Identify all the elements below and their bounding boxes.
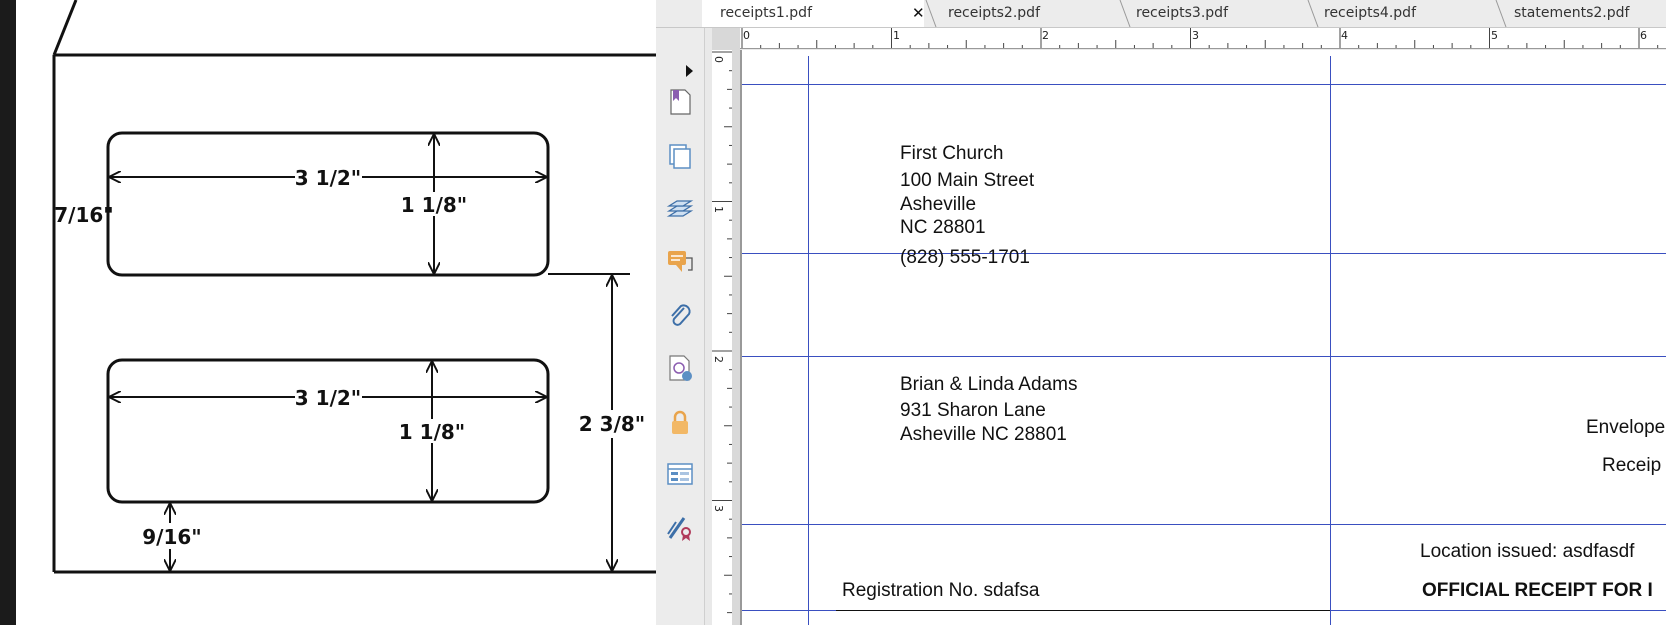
guide-line: [742, 524, 1666, 525]
ruler-number: 1: [893, 29, 900, 42]
registration-underline: [836, 610, 1330, 611]
comments-icon[interactable]: [666, 248, 694, 276]
recipient-city-state-zip[interactable]: Asheville NC 28801: [900, 424, 1067, 446]
expand-panel-icon[interactable]: [686, 65, 693, 77]
guide-line: [742, 356, 1666, 357]
sender-city[interactable]: Asheville: [900, 194, 976, 216]
tab-receipts3[interactable]: receipts3.pdf: [1118, 0, 1298, 27]
horizontal-ruler-labels: 0 1 2 3 4 5 6: [740, 28, 1666, 48]
ruler-number: 3: [1192, 29, 1199, 42]
pdf-editor: receipts1.pdf ✕ receipts2.pdf receipts3.…: [656, 0, 1666, 625]
tab-label: receipts4.pdf: [1324, 5, 1416, 21]
envelope-field-label[interactable]: Envelope: [1586, 417, 1665, 439]
page-edge: [740, 50, 742, 625]
receipt-field-label[interactable]: Receip: [1602, 455, 1661, 477]
registration-number[interactable]: Registration No. sdafsa: [842, 580, 1040, 602]
tab-label: receipts1.pdf: [720, 5, 812, 21]
ruler-number: 4: [1341, 29, 1348, 42]
tab-label: receipts2.pdf: [948, 5, 1040, 21]
tab-receipts1[interactable]: receipts1.pdf: [702, 0, 924, 27]
attachments-icon[interactable]: [666, 302, 694, 330]
certify-icon[interactable]: [666, 514, 694, 542]
guide-line: [742, 84, 1666, 85]
ruler-number: 0: [712, 56, 725, 63]
ruler-number: 5: [1491, 29, 1498, 42]
tab-receipts2[interactable]: receipts2.pdf: [930, 0, 1100, 27]
close-tab-icon[interactable]: ✕: [912, 0, 925, 27]
tab-label: statements2.pdf: [1514, 5, 1630, 21]
pages-icon[interactable]: [666, 142, 694, 170]
page-gutter: [732, 50, 740, 625]
sender-name[interactable]: First Church: [900, 143, 1003, 165]
document-page[interactable]: First Church 100 Main Street Asheville N…: [740, 50, 1666, 625]
ruler-number: 2: [712, 356, 725, 363]
guide-line: [742, 253, 1666, 254]
navigation-sidebar: [656, 28, 705, 625]
guide-line: [1330, 56, 1331, 625]
ruler-number: 3: [712, 505, 725, 512]
bookmark-icon[interactable]: [666, 88, 694, 116]
envelope-diagram-panel: 3 1/2" 1 1/8" 7/16" 2 3/8" 3 1/2" 1 1/8"…: [0, 0, 656, 625]
ruler-corner: [712, 28, 740, 50]
official-receipt-heading[interactable]: OFFICIAL RECEIPT FOR I: [1422, 580, 1653, 602]
tab-label: receipts3.pdf: [1136, 5, 1228, 21]
left-offset-label: 7/16": [54, 203, 113, 227]
sender-phone[interactable]: (828) 555-1701: [900, 247, 1030, 269]
tab-bar: receipts1.pdf ✕ receipts2.pdf receipts3.…: [656, 0, 1666, 28]
bottom-window-height-label: 1 1/8": [399, 420, 465, 444]
window-spacing-label: 2 3/8": [579, 412, 645, 436]
lock-icon[interactable]: [666, 408, 694, 436]
envelope-flap-edge: [52, 0, 78, 56]
tab-receipts4[interactable]: receipts4.pdf: [1306, 0, 1486, 27]
recipient-name[interactable]: Brian & Linda Adams: [900, 374, 1077, 396]
bottom-window: [106, 358, 550, 504]
envelope-diagram: 3 1/2" 1 1/8" 7/16" 2 3/8" 3 1/2" 1 1/8"…: [52, 0, 656, 574]
ruler-number: 6: [1640, 29, 1647, 42]
ruler-number: 1: [712, 206, 725, 213]
bottom-window-width-label: 3 1/2": [295, 386, 361, 410]
top-window: [106, 131, 550, 277]
tab-statements2[interactable]: statements2.pdf: [1496, 0, 1666, 27]
recipient-street[interactable]: 931 Sharon Lane: [900, 400, 1046, 422]
top-window-width-label: 3 1/2": [295, 166, 361, 190]
guide-line: [808, 56, 809, 625]
sender-state-zip[interactable]: NC 28801: [900, 217, 986, 239]
top-window-height-label: 1 1/8": [401, 193, 467, 217]
ruler-number: 0: [743, 29, 750, 42]
sender-street[interactable]: 100 Main Street: [900, 170, 1034, 192]
ruler-number: 2: [1042, 29, 1049, 42]
form-fields-icon[interactable]: [666, 460, 694, 488]
signature-icon[interactable]: [666, 354, 694, 382]
bottom-offset-label: 9/16": [142, 525, 201, 549]
vertical-ruler-labels: 0 1 2 3: [712, 50, 732, 625]
location-issued[interactable]: Location issued: asdfasdf: [1420, 541, 1634, 563]
layers-icon[interactable]: [666, 194, 694, 222]
